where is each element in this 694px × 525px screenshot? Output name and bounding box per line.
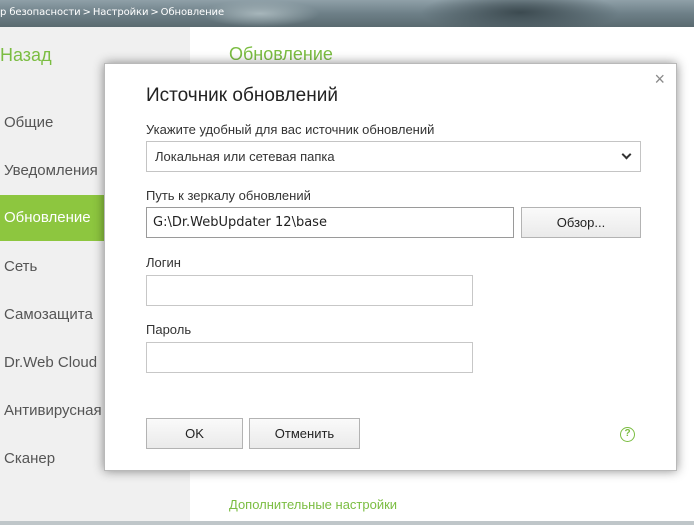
- help-icon[interactable]: ?: [620, 427, 635, 442]
- additional-settings-link[interactable]: Дополнительные настройки: [229, 497, 397, 512]
- close-icon[interactable]: ×: [654, 70, 665, 88]
- login-input[interactable]: [146, 275, 473, 306]
- path-input[interactable]: G:\Dr.WebUpdater 12\base: [146, 207, 514, 238]
- page-title: Обновление: [229, 44, 333, 64]
- ok-button[interactable]: OK: [146, 418, 243, 449]
- source-select[interactable]: Локальная или сетевая папка: [146, 141, 641, 172]
- browse-button[interactable]: Обзор...: [521, 207, 641, 238]
- breadcrumb-separator: >: [82, 7, 91, 18]
- breadcrumb-item-current: Обновление: [160, 7, 224, 18]
- source-select-value: Локальная или сетевая папка: [155, 149, 335, 164]
- source-label: Укажите удобный для вас источник обновле…: [146, 122, 435, 137]
- chevron-down-icon: [621, 149, 632, 160]
- title-bar: р безопасности > Настройки > Обновление: [0, 0, 694, 27]
- update-source-dialog: × Источник обновлений Укажите удобный дл…: [104, 63, 677, 471]
- breadcrumb-item[interactable]: р безопасности: [0, 7, 81, 18]
- breadcrumb: р безопасности > Настройки > Обновление: [0, 7, 224, 18]
- path-label: Путь к зеркалу обновлений: [146, 188, 311, 203]
- breadcrumb-item[interactable]: Настройки: [93, 7, 149, 18]
- password-label: Пароль: [146, 322, 192, 337]
- title-bar-decoration: [420, 0, 620, 27]
- window-bottom-border: [0, 521, 694, 525]
- login-label: Логин: [146, 255, 181, 270]
- password-input[interactable]: [146, 342, 473, 373]
- dialog-title: Источник обновлений: [146, 85, 338, 106]
- cancel-button[interactable]: Отменить: [249, 418, 360, 449]
- breadcrumb-separator: >: [150, 7, 159, 18]
- back-button[interactable]: Назад: [0, 45, 52, 66]
